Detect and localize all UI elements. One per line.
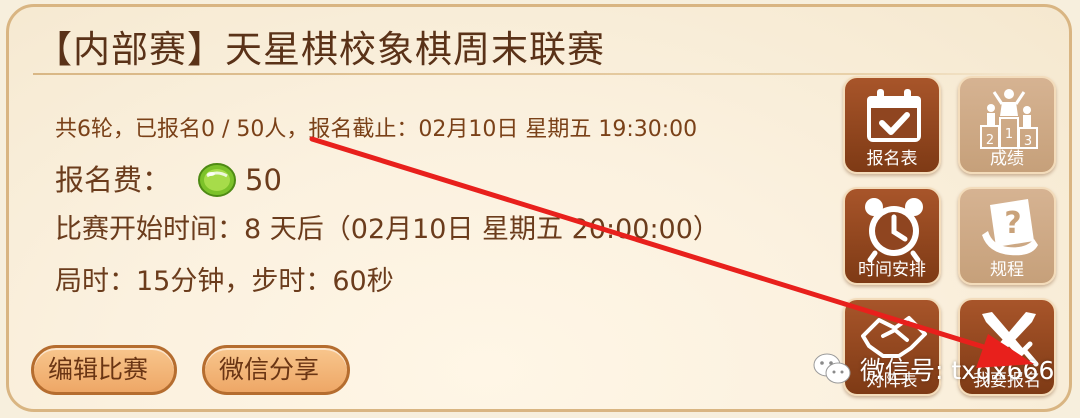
alarm-clock-icon xyxy=(865,198,923,263)
wechat-share-button[interactable]: 微信分享 xyxy=(202,345,350,395)
time-control: 局时：15分钟，步时：60秒 xyxy=(55,266,394,297)
title-divider xyxy=(33,73,1049,75)
entry-fee-amount: 50 xyxy=(245,163,282,197)
question-scroll-icon: ? xyxy=(982,199,1038,256)
wechat-watermark: 微信号: txqx666 xyxy=(812,349,1054,389)
signup-sheet-button[interactable]: 报名表 xyxy=(843,76,941,174)
podium-icon: 2 1 3 xyxy=(980,89,1038,149)
signup-sheet-label: 报名表 xyxy=(866,149,918,169)
schedule-button[interactable]: 时间安排 xyxy=(843,187,941,285)
start-time: 比赛开始时间：8 天后（02月10日 星期五 20:00:00） xyxy=(55,214,720,245)
podium-first: 1 xyxy=(1005,127,1013,142)
podium-third: 3 xyxy=(1024,134,1032,149)
lime-coin-icon xyxy=(197,162,237,198)
match-title: 【内部赛】天星棋校象棋周末联赛 xyxy=(35,28,605,71)
svg-text:?: ? xyxy=(1004,206,1021,241)
schedule-label: 时间安排 xyxy=(858,260,926,280)
podium-second: 2 xyxy=(986,133,994,148)
results-label: 成绩 xyxy=(990,149,1024,169)
entry-fee-label: 报名费： xyxy=(55,163,172,197)
match-summary: 共6轮，已报名0 / 50人，报名截止：02月10日 星期五 19:30:00 xyxy=(55,117,698,142)
watermark-text: 微信号: txqx666 xyxy=(860,356,1055,385)
edit-match-button[interactable]: 编辑比赛 xyxy=(31,345,177,395)
results-button[interactable]: 2 1 3 成绩 xyxy=(958,76,1056,174)
calendar-check-icon xyxy=(867,89,921,142)
wechat-icon xyxy=(813,353,851,384)
rules-label: 规程 xyxy=(990,260,1024,280)
entry-fee-row: 报名费： 50 xyxy=(55,157,282,199)
rules-button[interactable]: ? 规程 xyxy=(958,187,1056,285)
